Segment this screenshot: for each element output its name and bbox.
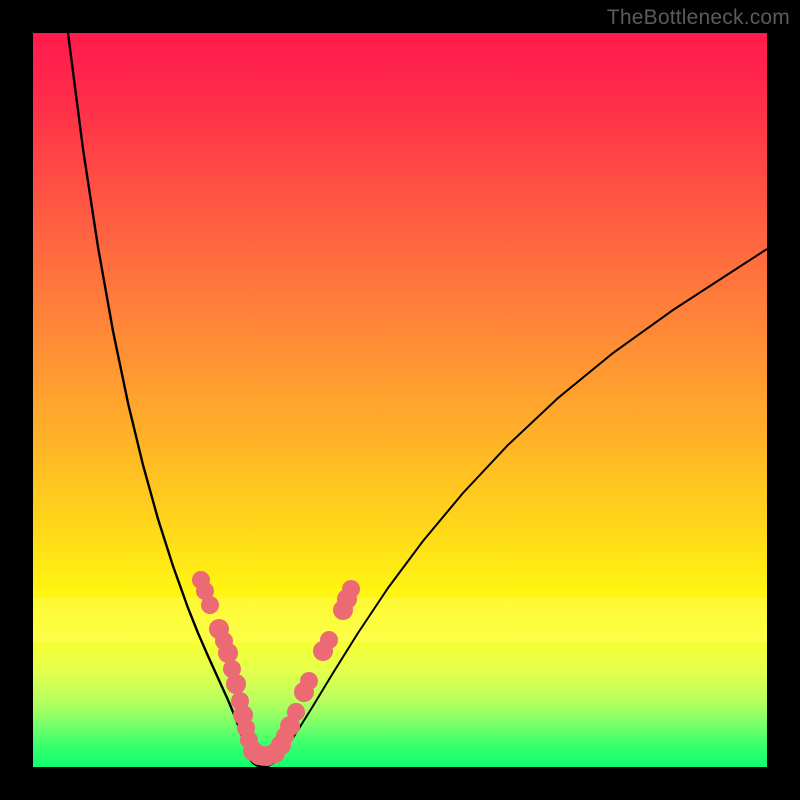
data-point [226,674,246,694]
data-point [218,643,238,663]
watermark-text: TheBottleneck.com [607,6,790,30]
chart-svg [33,33,767,767]
data-point [342,580,360,598]
chart-plot-area [33,33,767,767]
curve-right [278,249,767,758]
data-point [300,672,318,690]
data-point [320,631,338,649]
chart-frame: TheBottleneck.com [0,0,800,800]
data-point [287,703,305,721]
curve-group [68,33,767,767]
data-point [201,596,219,614]
